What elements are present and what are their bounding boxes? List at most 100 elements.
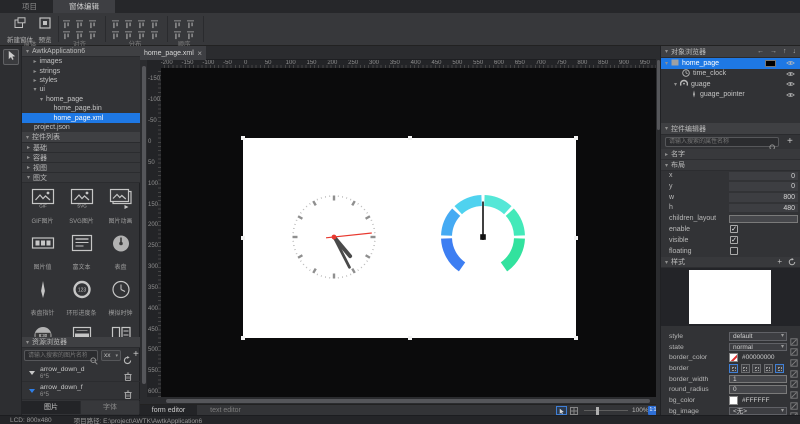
checkbox-visible[interactable]: ✓ bbox=[730, 236, 738, 244]
pick-tool-button[interactable] bbox=[3, 49, 19, 65]
property-value-x[interactable]: 0 bbox=[729, 172, 798, 181]
more-options-icon[interactable] bbox=[790, 386, 798, 394]
scrollbar-thumb[interactable] bbox=[142, 66, 146, 384]
border-toggle-4[interactable] bbox=[764, 364, 773, 373]
object-node-time_clock[interactable]: time_clock bbox=[661, 69, 800, 80]
resource-item-arrow_down_f[interactable]: arrow_down_f6*5 bbox=[22, 382, 140, 400]
resource-search-input[interactable] bbox=[24, 350, 98, 361]
resource-filter-dropdown[interactable]: xx ▾ bbox=[101, 350, 121, 361]
widget-tile-SVG图片[interactable]: SVGSVG图片 bbox=[62, 186, 101, 232]
property-value-h[interactable]: 480 bbox=[729, 204, 798, 213]
widget-tile-模拟时钟[interactable]: 模拟时钟 bbox=[101, 278, 140, 324]
project-tree-item-strings[interactable]: ▸strings bbox=[22, 66, 140, 75]
eye-icon[interactable] bbox=[786, 92, 795, 100]
move-down-icon[interactable]: ↓ bbox=[793, 48, 797, 55]
pointer-mode-button[interactable] bbox=[556, 406, 567, 415]
border-toggle-3[interactable] bbox=[752, 364, 761, 373]
more-options-icon[interactable] bbox=[790, 397, 798, 405]
bring-forward-icon[interactable] bbox=[173, 27, 182, 36]
canvas-tab-home-page[interactable]: home_page.xml × bbox=[140, 46, 206, 60]
object-node-home_page[interactable]: ▾home_page bbox=[661, 58, 800, 69]
move-right-icon[interactable]: → bbox=[770, 48, 777, 55]
object-browser-header[interactable]: ▾ 对象浏览器 ←→↑↓ bbox=[661, 46, 800, 58]
send-backward-icon[interactable] bbox=[186, 27, 195, 36]
dist-space-h-icon[interactable] bbox=[150, 16, 159, 25]
more-options-icon[interactable] bbox=[790, 365, 798, 373]
design-page[interactable] bbox=[243, 138, 576, 338]
object-node-guage[interactable]: ▾guage bbox=[661, 79, 800, 90]
selection-handle[interactable] bbox=[574, 136, 578, 140]
selection-handle[interactable] bbox=[241, 336, 245, 340]
add-style-button[interactable]: + bbox=[777, 257, 782, 268]
section-name[interactable]: ▸ 名字 bbox=[661, 149, 800, 160]
align-middle-icon[interactable] bbox=[75, 27, 84, 36]
align-right-icon[interactable] bbox=[88, 16, 97, 25]
tab-fonts[interactable]: 字体 bbox=[81, 401, 140, 414]
section-style[interactable]: ▾ 样式 + bbox=[661, 257, 800, 268]
widget-tile-图片值[interactable]: 图片值 bbox=[23, 232, 62, 278]
project-tree-item-ui[interactable]: ▾ui bbox=[22, 85, 140, 94]
object-color-swatch[interactable] bbox=[765, 60, 776, 67]
project-tree-item-images[interactable]: ▸images bbox=[22, 57, 140, 66]
move-up-icon[interactable]: ↑ bbox=[783, 48, 787, 55]
project-tree-item-home_page.xml[interactable]: home_page.xml bbox=[22, 113, 140, 122]
canvas-vertical-scrollbar[interactable] bbox=[140, 60, 147, 397]
menu-tab-project[interactable]: 项目 bbox=[6, 0, 53, 13]
selection-handle[interactable] bbox=[574, 236, 578, 240]
widget-tile-list-view-icon[interactable] bbox=[101, 324, 140, 337]
scrollbar-thumb[interactable] bbox=[166, 399, 650, 403]
bring-front-icon[interactable] bbox=[173, 16, 182, 25]
select-style[interactable]: default▾ bbox=[729, 332, 787, 341]
add-property-button[interactable]: + bbox=[787, 136, 793, 147]
add-resource-button[interactable]: + bbox=[133, 349, 139, 360]
refresh-icon[interactable] bbox=[788, 258, 796, 268]
widget-tile-digital-clock-icon[interactable]: 8:30 bbox=[23, 324, 62, 337]
design-viewport[interactable] bbox=[161, 68, 656, 397]
eye-icon[interactable] bbox=[786, 71, 795, 79]
border-toggle-1[interactable] bbox=[729, 364, 738, 373]
move-left-icon[interactable]: ← bbox=[757, 48, 764, 55]
property-value-w[interactable]: 800 bbox=[729, 193, 798, 202]
widget-tile-富文本[interactable]: 富文本 bbox=[62, 232, 101, 278]
style-input-round_radius[interactable]: 0 bbox=[729, 385, 787, 394]
select-state[interactable]: normal▾ bbox=[729, 343, 787, 352]
dist-center-h-icon[interactable] bbox=[124, 16, 133, 25]
analog-clock-widget[interactable] bbox=[289, 192, 379, 287]
property-value-y[interactable]: 0 bbox=[729, 182, 798, 191]
widget-category-基础[interactable]: ▸基础 bbox=[22, 143, 140, 153]
zoom-slider-thumb[interactable] bbox=[596, 407, 599, 415]
dist-left-icon[interactable] bbox=[111, 16, 120, 25]
send-back-icon[interactable] bbox=[186, 16, 195, 25]
align-bottom-icon[interactable] bbox=[88, 27, 97, 36]
more-options-icon[interactable] bbox=[790, 375, 798, 383]
dist-middle-icon[interactable] bbox=[124, 27, 133, 36]
grid-toggle-icon[interactable] bbox=[570, 407, 578, 415]
dist-top-icon[interactable] bbox=[111, 27, 120, 36]
dist-right-icon[interactable] bbox=[137, 16, 146, 25]
widget-tile-环形进度条[interactable]: 123环形进度条 bbox=[62, 278, 101, 324]
color-swatch-border_color[interactable] bbox=[729, 353, 738, 362]
widget-editor-header[interactable]: ▾ 控件编辑器 bbox=[661, 123, 800, 135]
more-options-icon[interactable] bbox=[790, 333, 798, 341]
align-top-icon[interactable] bbox=[62, 27, 71, 36]
tab-images[interactable]: 图片 bbox=[22, 401, 81, 414]
object-node-guage_pointer[interactable]: guage_pointer bbox=[661, 90, 800, 101]
widget-tile-GIF图片[interactable]: GIFGIF图片 bbox=[23, 186, 62, 232]
close-icon[interactable]: × bbox=[197, 49, 202, 58]
project-root-header[interactable]: ▾ AwtkApplication6 bbox=[22, 46, 140, 57]
widget-tile-表盘[interactable]: 表盘 bbox=[101, 232, 140, 278]
selection-handle[interactable] bbox=[241, 136, 245, 140]
eye-icon[interactable] bbox=[786, 60, 795, 68]
project-tree-item-home_page[interactable]: ▾home_page bbox=[22, 95, 140, 104]
project-tree-item-home_page.bin[interactable]: home_page.bin bbox=[22, 104, 140, 113]
selection-handle[interactable] bbox=[241, 236, 245, 240]
border-toggle-5[interactable] bbox=[775, 364, 784, 373]
style-input-border_width[interactable]: 1 bbox=[729, 375, 787, 384]
selection-handle[interactable] bbox=[408, 136, 412, 140]
project-tree-item-styles[interactable]: ▸styles bbox=[22, 76, 140, 85]
checkbox-enable[interactable]: ✓ bbox=[730, 225, 738, 233]
widget-category-图文[interactable]: ▾图文 bbox=[22, 173, 140, 183]
selection-handle[interactable] bbox=[408, 336, 412, 340]
resource-browser-header[interactable]: ▾ 资源浏览器 bbox=[22, 337, 140, 348]
widget-tile-text-selector-icon[interactable] bbox=[62, 324, 101, 337]
